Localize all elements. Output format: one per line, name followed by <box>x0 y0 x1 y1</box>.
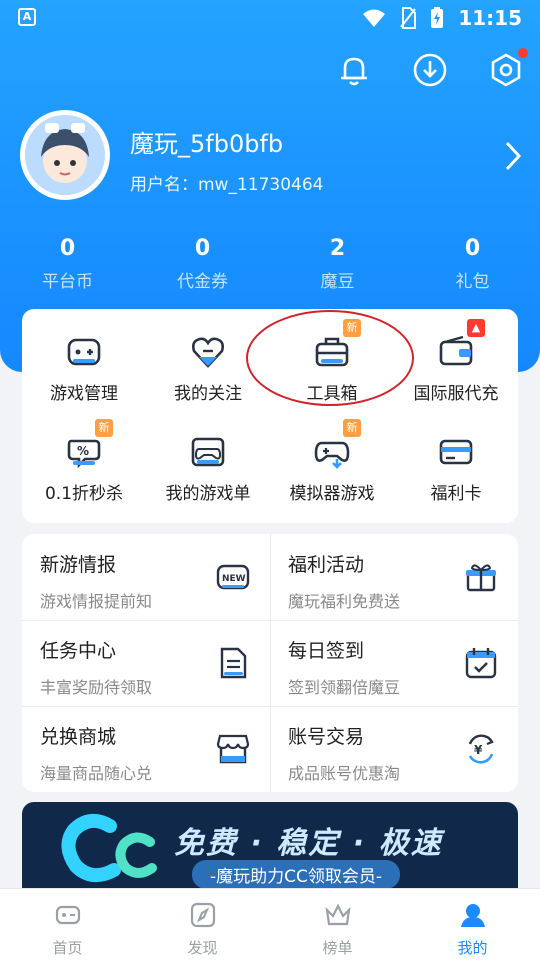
chevron-right-icon[interactable] <box>504 140 522 172</box>
controller-icon <box>191 437 225 467</box>
app-status-icon: A <box>18 8 36 26</box>
highlight-circle <box>246 310 414 406</box>
store-icon <box>216 734 250 764</box>
home-icon <box>55 905 80 925</box>
menu-welfare-events[interactable]: 福利活动 魔玩福利免费送 <box>270 534 518 620</box>
grid-item-my-game-list[interactable]: 我的游戏单 <box>146 433 270 504</box>
grid-item-intl-topup[interactable]: ▲ 国际服代充 <box>394 319 518 404</box>
stat-magic-bean[interactable]: 2 魔豆 <box>270 236 405 292</box>
download-icon[interactable] <box>412 52 448 88</box>
cc-logo-icon <box>61 813 157 883</box>
menu-task-center[interactable]: 任务中心 丰富奖励待领取 <box>22 620 270 706</box>
avatar[interactable] <box>20 110 110 200</box>
no-sim-icon <box>400 7 417 29</box>
status-bar: A 11:15 <box>0 0 540 36</box>
avatar-illustration-icon <box>25 115 105 195</box>
settings-icon[interactable] <box>488 48 528 88</box>
banner-title: 免费 · 稳定 · 极速 <box>174 826 443 861</box>
clock: 11:15 <box>458 6 522 30</box>
emulator-icon <box>314 441 350 469</box>
menu-exchange-store[interactable]: 兑换商城 海量商品随心兑 <box>22 706 270 792</box>
tab-mine[interactable]: 我的 <box>405 889 540 961</box>
card-icon <box>439 439 473 465</box>
new-badge: 新 <box>343 419 361 437</box>
svg-text:NEW: NEW <box>222 574 246 584</box>
profile-username: 用户名：mw_11730464 <box>130 175 324 195</box>
bell-icon[interactable] <box>336 52 372 88</box>
bottom-tab-bar: 首页 发现 榜单 我的 <box>0 888 540 961</box>
trade-icon: ¥ <box>468 734 494 764</box>
calendar-icon <box>465 648 497 679</box>
banner-subtitle: -魔玩助力CC领取会员- <box>192 860 401 889</box>
stats-row: 0 平台币 0 代金券 2 魔豆 0 礼包 <box>0 236 540 292</box>
tab-home[interactable]: 首页 <box>0 889 135 961</box>
menu-new-games[interactable]: 新游情报 游戏情报提前知 NEW <box>22 534 270 620</box>
hot-badge-icon: ▲ <box>467 319 485 337</box>
stat-gift-pack[interactable]: 0 礼包 <box>405 236 540 292</box>
compass-icon <box>190 902 215 928</box>
user-icon <box>460 904 485 927</box>
grid-item-game-manage[interactable]: 游戏管理 <box>22 333 146 404</box>
task-icon <box>220 647 247 679</box>
grid-item-welfare-card[interactable]: 福利卡 <box>394 433 518 504</box>
svg-text:%: % <box>77 444 89 458</box>
menu-daily-checkin[interactable]: 每日签到 签到领翻倍魔豆 <box>270 620 518 706</box>
wallet-icon <box>439 335 473 366</box>
profile-name[interactable]: 魔玩_5fb0bfb <box>130 124 283 159</box>
heart-icon <box>191 337 225 368</box>
new-icon: NEW <box>216 564 250 590</box>
svg-text:¥: ¥ <box>474 743 483 757</box>
gamepad-icon <box>67 338 101 366</box>
wifi-icon <box>363 9 386 27</box>
battery-icon <box>431 7 444 28</box>
stat-platform-coin[interactable]: 0 平台币 <box>0 236 135 292</box>
crown-icon <box>324 903 351 926</box>
grid-item-emulator-games[interactable]: 新 模拟器游戏 <box>270 419 394 504</box>
menu-account-trade[interactable]: 账号交易 成品账号优惠淘 ¥ <box>270 706 518 792</box>
promo-banner[interactable]: 免费 · 稳定 · 极速 -魔玩助力CC领取会员- <box>22 802 518 892</box>
notification-dot <box>518 48 528 58</box>
tab-rankings[interactable]: 榜单 <box>270 889 405 961</box>
tab-discover[interactable]: 发现 <box>135 889 270 961</box>
new-badge: 新 <box>95 419 113 437</box>
discount-icon: % <box>67 439 101 469</box>
stat-voucher[interactable]: 0 代金券 <box>135 236 270 292</box>
gift-icon <box>466 564 496 592</box>
grid-item-flash-sale[interactable]: % 新 0.1折秒杀 <box>22 419 146 504</box>
feature-menu: 新游情报 游戏情报提前知 NEW 福利活动 魔玩福利免费送 任务中心 丰富奖励待… <box>22 534 518 792</box>
